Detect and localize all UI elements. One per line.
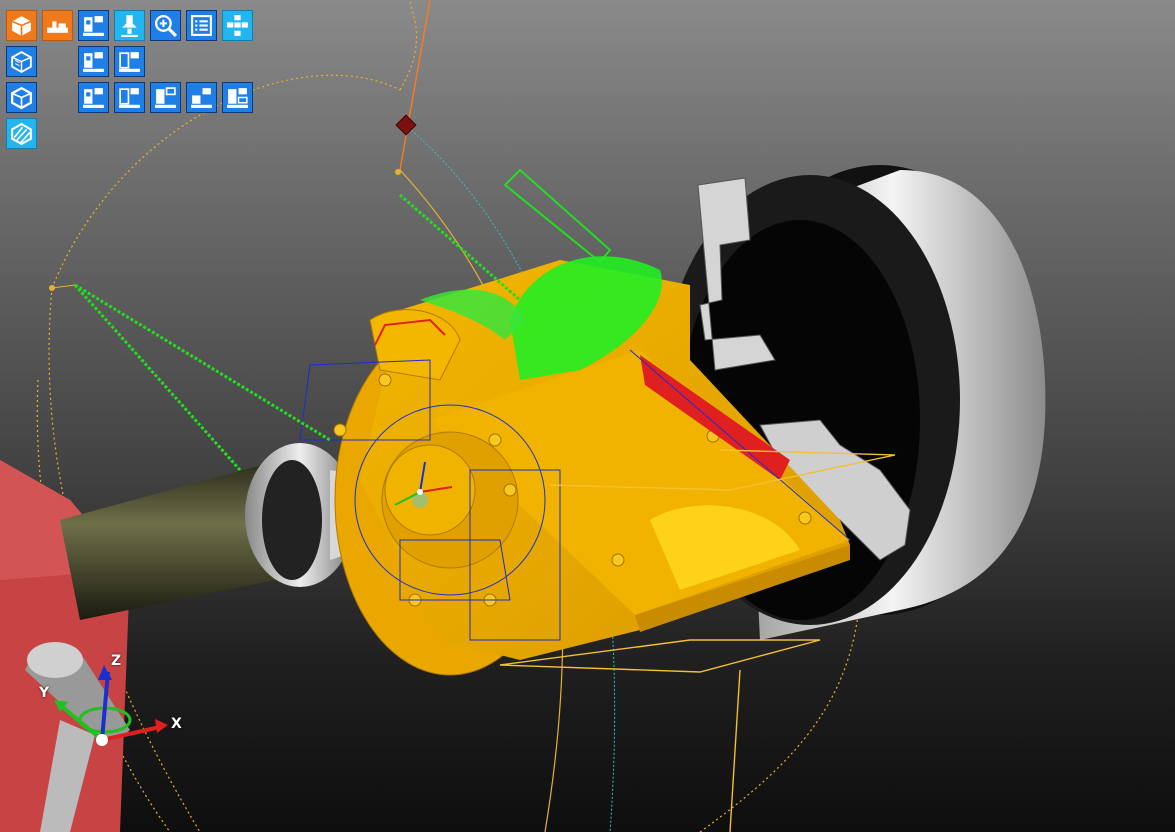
axis-label-y: Y: [39, 685, 50, 701]
machine-view-button-5[interactable]: [114, 82, 145, 113]
list-icon: [191, 15, 212, 36]
machine-view-icon: [119, 52, 140, 72]
list-button[interactable]: [186, 10, 217, 41]
wireframe-view-button[interactable]: [6, 46, 37, 77]
zoom-fit-button[interactable]: [150, 10, 181, 41]
machine-view-button-7[interactable]: [186, 82, 217, 113]
zoom-fit-icon: [154, 14, 178, 38]
outline-view-button[interactable]: [6, 82, 37, 113]
machine-view-icon: [119, 88, 140, 108]
viewport-3d[interactable]: [0, 0, 1175, 832]
section-cube-icon: [11, 122, 32, 146]
axis-label-x: X: [171, 716, 182, 732]
machine-view-icon: [83, 52, 104, 72]
machine-view-button-1[interactable]: [78, 10, 109, 41]
axis-label-z: Z: [111, 653, 122, 669]
tool-pivot-marker[interactable]: [395, 114, 417, 136]
machine-view-button-2[interactable]: [78, 46, 109, 77]
machine-view-icon: [83, 16, 104, 36]
machine-view-button-8[interactable]: [222, 82, 253, 113]
solid-cube-icon: [11, 16, 32, 36]
section-view-button[interactable]: [6, 118, 37, 149]
machine-bed-button[interactable]: [42, 10, 73, 41]
machine-view-icon: [227, 88, 248, 108]
spindle-tool-button[interactable]: [114, 10, 145, 41]
machine-view-button-6[interactable]: [150, 82, 181, 113]
machine-view-icon: [155, 87, 176, 108]
machine-view-icon: [83, 88, 104, 108]
wireframe-cube-icon: [11, 51, 32, 73]
envelope-point: [49, 285, 55, 291]
outline-cube-icon: [10, 86, 33, 110]
envelope-point: [395, 169, 401, 175]
machine-view-button-4[interactable]: [78, 82, 109, 113]
machine-bed-icon: [47, 21, 68, 33]
view-layout-button[interactable]: [222, 10, 253, 41]
machine-view-icon: [191, 88, 212, 108]
machine-view-button-3[interactable]: [114, 46, 145, 77]
solid-view-button[interactable]: [6, 10, 37, 41]
spindle-tool-icon: [121, 15, 138, 37]
view-layout-icon: [227, 15, 248, 36]
